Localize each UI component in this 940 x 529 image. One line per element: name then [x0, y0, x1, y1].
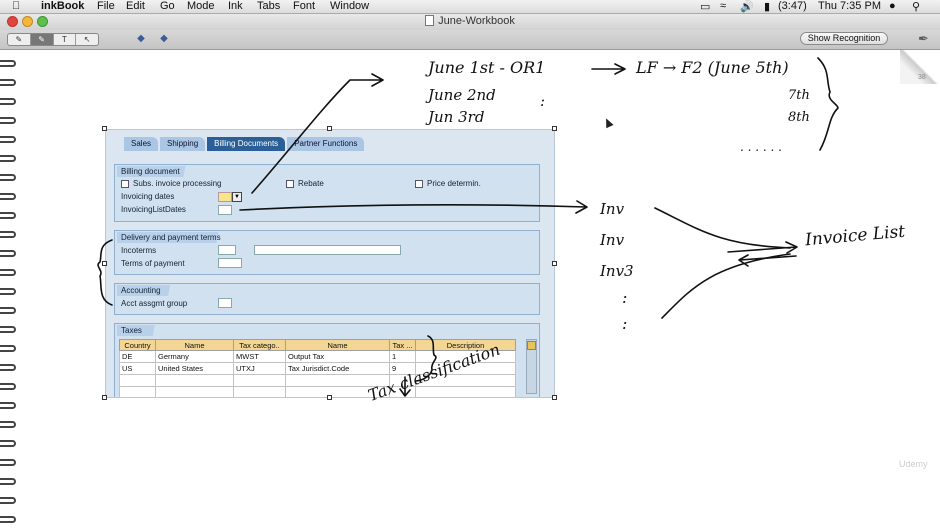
- hw-dots-vertical[interactable]: :: [540, 92, 545, 110]
- inkbook-app:  inkBook File Edit Go Mode Ink Tabs Fon…: [0, 0, 940, 529]
- ink-merge-arrow-back: [738, 254, 797, 267]
- udemy-watermark: Udemy: [899, 459, 928, 469]
- ink-bracket-left: [97, 239, 113, 306]
- ink-arrow-to-inv: [239, 200, 588, 214]
- ink-merge-arrow: [727, 241, 798, 254]
- hw-7th[interactable]: 7th: [788, 88, 810, 103]
- hw-dots-inv[interactable]: :: [622, 290, 627, 306]
- hw-dots-horizontal[interactable]: . . . . . .: [740, 140, 782, 154]
- hw-lf-f2[interactable]: LF → F2 (June 5th): [636, 58, 789, 77]
- ink-merge-lower: [661, 253, 791, 319]
- hw-inv-3[interactable]: Inv3: [600, 262, 634, 280]
- hw-dots-inv-2[interactable]: :: [622, 316, 627, 332]
- hw-inv-1[interactable]: Inv: [600, 200, 624, 218]
- ink-arrow-lf: [591, 63, 626, 75]
- ink-merge-upper: [654, 207, 791, 249]
- hw-june-1st[interactable]: June 1st - OR1: [428, 58, 545, 77]
- ink-strokes[interactable]: [0, 0, 940, 529]
- hw-inv-2[interactable]: Inv: [600, 231, 624, 249]
- ink-bracket-top: [817, 57, 839, 151]
- hw-jun-3rd[interactable]: Jun 3rd: [428, 108, 484, 126]
- ink-arrow-to-top: [251, 73, 384, 194]
- hw-june-2nd[interactable]: June 2nd: [428, 86, 496, 104]
- hw-8th[interactable]: 8th: [788, 110, 810, 125]
